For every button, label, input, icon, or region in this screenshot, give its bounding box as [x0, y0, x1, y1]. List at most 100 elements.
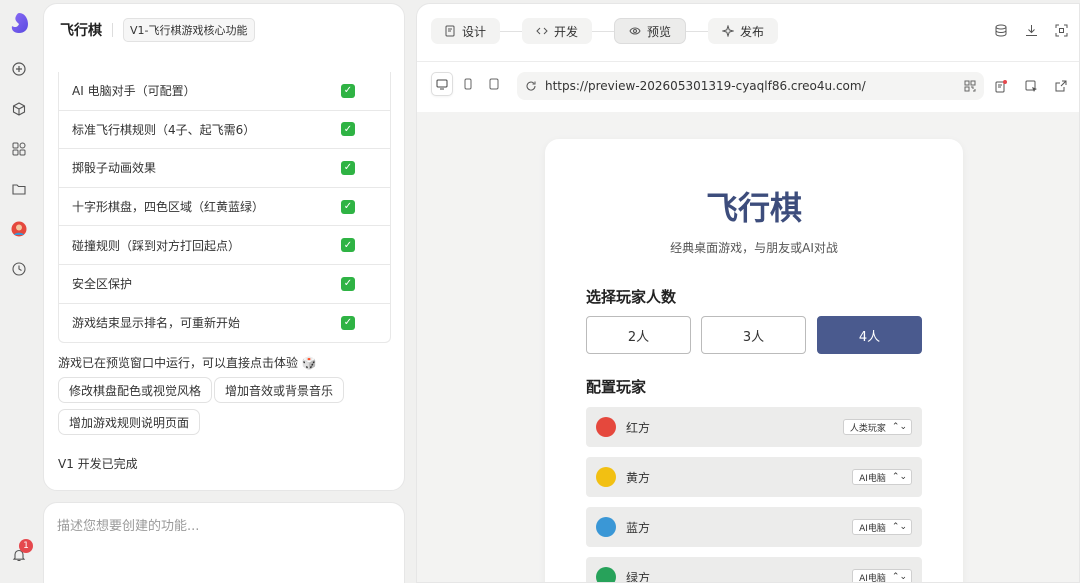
url-bar[interactable]: https://preview-202605301319-cyaqlf86.cr… [517, 72, 984, 100]
inspect-icon[interactable] [993, 78, 1009, 94]
tablet-icon[interactable] [483, 72, 505, 96]
chat-panel: 飞行棋 V1-飞行棋游戏核心功能 AI 电脑对手（可配置） ✓ 标准飞行棋规则（4… [43, 3, 405, 491]
table-row: 掷骰子动画效果 ✓ [59, 149, 390, 188]
suggestion-chip[interactable]: 增加游戏规则说明页面 [58, 409, 201, 435]
suggestion-chip[interactable]: 增加音效或背景音乐 [214, 377, 345, 403]
table-row: 安全区保护 ✓ [59, 265, 390, 304]
folder-icon[interactable] [10, 180, 28, 198]
chat-header: 飞行棋 V1-飞行棋游戏核心功能 [60, 18, 255, 42]
table-row: 游戏结束显示排名，可重新开始 ✓ [59, 304, 390, 343]
game-setup-card: 飞行棋 经典桌面游戏，与朋友或AI对战 选择玩家人数 2人 3人 4人 配置玩家… [545, 139, 963, 583]
player-type-value: 人类玩家 [849, 423, 886, 434]
cube-icon[interactable] [10, 100, 28, 118]
open-external-icon[interactable] [1053, 78, 1069, 94]
player-color-dot [596, 517, 616, 537]
suggestion-chip[interactable]: 修改棋盘配色或视觉风格 [58, 377, 213, 403]
workspace-panel: 设计 开发 预览 发布 https://preview-202605301319… [416, 3, 1080, 583]
player-name: 黄方 [626, 470, 651, 485]
notification-badge: 1 [19, 539, 33, 553]
updown-icon: ⌃⌄ [891, 522, 907, 532]
player-type-value: AI电脑 [859, 573, 886, 583]
player-name: 红方 [626, 420, 651, 435]
player-row-blue: 蓝方 AI电脑 ⌃⌄ [586, 507, 922, 547]
check-icon: ✓ [341, 276, 355, 291]
player-type-value: AI电脑 [859, 523, 886, 534]
version-badge[interactable]: V1-飞行棋游戏核心功能 [123, 18, 255, 42]
tab-develop[interactable]: 开发 [522, 18, 593, 44]
player-color-dot [596, 417, 616, 437]
app-logo[interactable] [9, 12, 29, 34]
history-icon[interactable] [10, 260, 28, 278]
feature-label: 十字形棋盘，四色区域（红黄蓝绿） [72, 200, 265, 215]
code-icon [536, 27, 548, 35]
player-count-title: 选择玩家人数 [586, 288, 677, 306]
preview-canvas: 飞行棋 经典桌面游戏，与朋友或AI对战 选择玩家人数 2人 3人 4人 配置玩家… [417, 112, 1079, 583]
preview-url[interactable]: https://preview-202605301319-cyaqlf86.cr… [545, 79, 964, 93]
sparkle-icon [722, 25, 735, 37]
focus-icon[interactable] [1053, 22, 1069, 38]
tab-label: 设计 [462, 24, 487, 39]
feature-label: AI 电脑对手（可配置） [72, 84, 196, 99]
player-row-green: 绿方 AI电脑 ⌃⌄ [586, 557, 922, 583]
player-type-select[interactable]: AI电脑 ⌃⌄ [852, 519, 912, 535]
feature-label: 安全区保护 [72, 277, 133, 292]
check-icon: ✓ [341, 238, 355, 253]
check-icon: ✓ [341, 122, 355, 137]
tab-label: 预览 [647, 24, 672, 39]
design-icon [445, 25, 455, 37]
table-row: AI 电脑对手（可配置） ✓ [59, 72, 390, 111]
count-2-button[interactable]: 2人 [586, 316, 691, 354]
player-name: 绿方 [626, 570, 651, 583]
tab-design[interactable]: 设计 [431, 18, 501, 44]
feature-table: AI 电脑对手（可配置） ✓ 标准飞行棋规则（4子、起飞需6） ✓ 掷骰子动画效果 ✓… [58, 72, 391, 344]
config-title: 配置玩家 [586, 378, 647, 396]
table-row: 十字形棋盘，四色区域（红黄蓝绿） ✓ [59, 188, 390, 227]
player-type-value: AI电脑 [859, 473, 886, 484]
tab-label: 发布 [740, 24, 765, 39]
qrcode-icon[interactable] [964, 80, 976, 92]
mobile-icon[interactable] [457, 72, 479, 96]
select-element-icon[interactable] [1023, 78, 1039, 94]
avatar[interactable] [10, 220, 28, 238]
device-switcher [431, 72, 505, 98]
updown-icon: ⌃⌄ [891, 472, 907, 482]
player-type-select[interactable]: AI电脑 ⌃⌄ [852, 569, 912, 583]
tab-preview[interactable]: 预览 [614, 18, 687, 44]
database-icon[interactable] [993, 22, 1009, 38]
game-subtitle: 经典桌面游戏，与朋友或AI对战 [670, 241, 838, 255]
player-type-select[interactable]: AI电脑 ⌃⌄ [852, 469, 912, 485]
eye-icon [629, 27, 641, 35]
feature-label: 游戏结束显示排名，可重新开始 [72, 316, 241, 331]
count-3-button[interactable]: 3人 [701, 316, 806, 354]
preview-actions [993, 78, 1069, 94]
tab-connector [592, 30, 615, 32]
updown-icon: ⌃⌄ [891, 572, 907, 582]
workspace-actions [993, 22, 1069, 38]
refresh-icon[interactable] [525, 80, 537, 92]
running-message: 游戏已在预览窗口中运行，可以直接点击体验 🎲 [58, 356, 317, 370]
project-title: 飞行棋 [60, 23, 102, 39]
table-row: 碰撞规则（踩到对方打回起点） ✓ [59, 226, 390, 265]
download-icon[interactable] [1023, 22, 1039, 38]
player-row-yellow: 黄方 AI电脑 ⌃⌄ [586, 457, 922, 497]
tab-publish[interactable]: 发布 [708, 18, 779, 44]
feature-label: 碰撞规则（踩到对方打回起点） [72, 238, 241, 253]
check-icon: ✓ [341, 315, 355, 330]
desktop-icon[interactable] [431, 72, 453, 96]
feature-label: 标准飞行棋规则（4子、起飞需6） [72, 122, 256, 137]
game-title: 飞行棋 [705, 189, 802, 227]
check-icon: ✓ [341, 199, 355, 214]
apps-icon[interactable] [10, 140, 28, 158]
player-type-select[interactable]: 人类玩家 ⌃⌄ [842, 419, 912, 435]
count-4-button[interactable]: 4人 [817, 316, 922, 354]
player-name: 蓝方 [626, 520, 651, 535]
check-icon: ✓ [341, 160, 355, 175]
tab-label: 开发 [554, 24, 579, 39]
player-row-red: 红方 人类玩家 ⌃⌄ [586, 407, 922, 447]
icon-rail: 1 [0, 0, 38, 583]
tab-connector [500, 30, 523, 32]
new-icon[interactable] [10, 60, 28, 78]
prompt-input[interactable] [57, 515, 387, 555]
composer [43, 502, 405, 583]
completion-message: V1 开发已完成 [58, 457, 138, 471]
